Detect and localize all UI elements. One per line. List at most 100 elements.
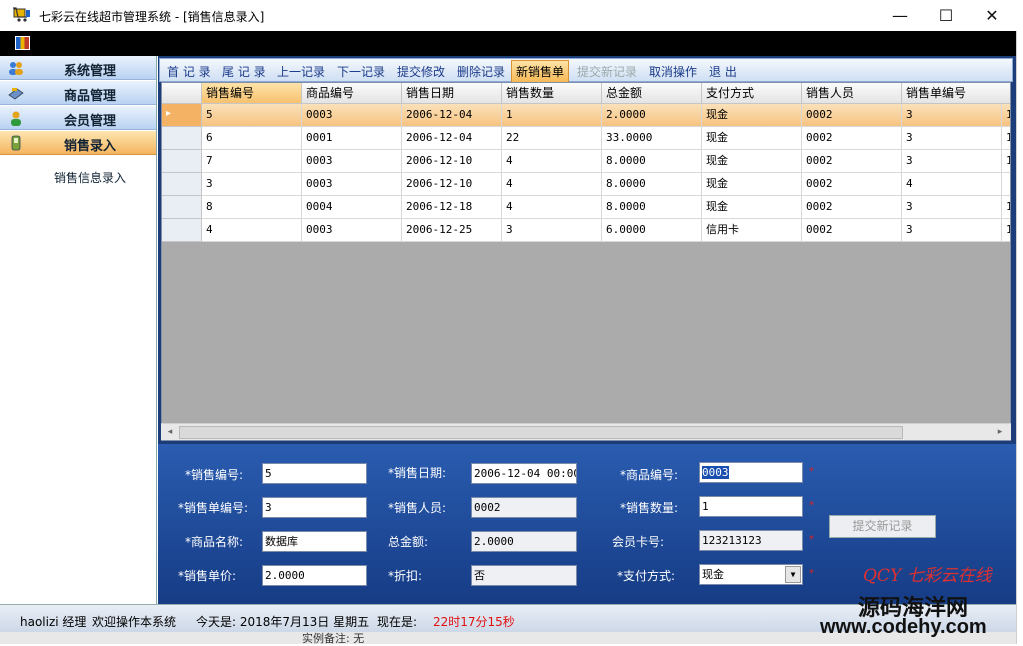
table-cell[interactable]: 2006-12-04: [402, 104, 502, 127]
table-cell[interactable]: 现金: [702, 127, 802, 150]
grid-corner[interactable]: [162, 83, 202, 104]
column-header[interactable]: 总金额: [602, 83, 702, 104]
table-cell[interactable]: 1: [1002, 127, 1010, 150]
table-cell[interactable]: 8: [202, 196, 302, 219]
row-header[interactable]: ▸: [162, 104, 202, 127]
discount-input[interactable]: 否: [471, 565, 577, 586]
salesperson-input[interactable]: 0002: [471, 497, 577, 518]
submit-edit-button[interactable]: 提交修改: [393, 62, 449, 81]
table-cell[interactable]: 6.0000: [602, 219, 702, 242]
sidebar-section-system[interactable]: 系统管理: [0, 56, 156, 80]
sidebar-section-member[interactable]: 会员管理: [0, 106, 156, 130]
table-cell[interactable]: 4: [902, 173, 1002, 196]
sidebar-section-sales[interactable]: 销售录入: [0, 131, 156, 155]
table-cell[interactable]: 0003: [302, 173, 402, 196]
table-cell[interactable]: 0002: [802, 219, 902, 242]
submit-new-record-form-button[interactable]: 提交新记录: [829, 515, 936, 538]
scroll-left-icon[interactable]: ◂: [163, 426, 177, 439]
column-header[interactable]: 销售编号: [202, 83, 302, 104]
table-cell[interactable]: 2006-12-10: [402, 173, 502, 196]
maximize-button[interactable]: ☐: [923, 0, 969, 31]
unit-price-input[interactable]: 2.0000: [262, 565, 367, 586]
row-header[interactable]: [162, 127, 202, 150]
table-row[interactable]: 3 0003 2006-12-10 4 8.0000 现金 0002 4: [162, 173, 1010, 196]
table-row[interactable]: 700032006-12-1048.0000现金000231: [162, 150, 1010, 173]
table-cell[interactable]: 现金: [702, 196, 802, 219]
table-cell[interactable]: 3: [902, 127, 1002, 150]
table-cell[interactable]: [1002, 173, 1010, 196]
total-input[interactable]: 2.0000: [471, 531, 577, 552]
table-cell[interactable]: 5: [202, 104, 302, 127]
column-header[interactable]: 销售日期: [402, 83, 502, 104]
last-record-button[interactable]: 尾 记 录: [218, 62, 270, 81]
sale-id-input[interactable]: 5: [262, 463, 367, 484]
table-cell[interactable]: 0002: [802, 196, 902, 219]
table-cell[interactable]: 1: [1002, 196, 1010, 219]
table-cell[interactable]: 现金: [702, 150, 802, 173]
sales-grid[interactable]: 销售编号 商品编号 销售日期 销售数量 总金额 支付方式 销售人员 销售单编号 …: [161, 82, 1011, 441]
table-row[interactable]: 400032006-12-2536.0000信用卡000231: [162, 219, 1010, 242]
delete-record-button[interactable]: 删除记录: [453, 62, 509, 81]
table-cell[interactable]: 信用卡: [702, 219, 802, 242]
table-cell[interactable]: 33.0000: [602, 127, 702, 150]
submit-new-record-button[interactable]: 提交新记录: [573, 62, 641, 81]
table-cell[interactable]: 0002: [802, 127, 902, 150]
title-bar[interactable]: 七彩云在线超市管理系统 - [销售信息录入] — ☐ ✕: [0, 0, 1023, 31]
table-cell[interactable]: 6: [202, 127, 302, 150]
chevron-down-icon[interactable]: ▼: [785, 566, 801, 583]
table-cell[interactable]: 4: [202, 219, 302, 242]
exit-button[interactable]: 退 出: [705, 62, 741, 81]
table-cell[interactable]: 8.0000: [602, 196, 702, 219]
table-cell[interactable]: 现金: [702, 104, 802, 127]
row-header[interactable]: [162, 196, 202, 219]
table-cell[interactable]: 0003: [302, 104, 402, 127]
payment-select[interactable]: 现金 ▼: [699, 564, 803, 585]
cancel-button[interactable]: 取消操作: [645, 62, 701, 81]
table-cell[interactable]: 0002: [802, 173, 902, 196]
product-name-input[interactable]: 数据库: [262, 531, 367, 552]
new-sales-order-button[interactable]: 新销售单: [511, 60, 570, 83]
table-cell[interactable]: 1: [1002, 104, 1010, 127]
table-cell[interactable]: 3: [502, 219, 602, 242]
table-cell[interactable]: 2006-12-04: [402, 127, 502, 150]
quantity-input[interactable]: 1: [699, 496, 803, 517]
first-record-button[interactable]: 首 记 录: [163, 62, 215, 81]
sidebar-item-sales-entry[interactable]: 销售信息录入: [54, 169, 126, 186]
table-row[interactable]: 600012006-12-042233.0000现金000231: [162, 127, 1010, 150]
table-cell[interactable]: 4: [502, 150, 602, 173]
table-cell[interactable]: 3: [202, 173, 302, 196]
scroll-right-icon[interactable]: ▸: [993, 426, 1007, 439]
table-cell[interactable]: 2006-12-10: [402, 150, 502, 173]
table-cell[interactable]: 0001: [302, 127, 402, 150]
column-header[interactable]: 销售数量: [502, 83, 602, 104]
scrollbar-thumb[interactable]: [179, 426, 903, 439]
row-header[interactable]: [162, 150, 202, 173]
table-cell[interactable]: 1: [502, 104, 602, 127]
sale-date-input[interactable]: 2006-12-04 00:00:: [471, 463, 577, 484]
table-cell[interactable]: 2006-12-25: [402, 219, 502, 242]
row-header[interactable]: [162, 219, 202, 242]
next-record-button[interactable]: 下一记录: [333, 62, 389, 81]
table-cell[interactable]: 1: [1002, 150, 1010, 173]
table-cell[interactable]: 8.0000: [602, 150, 702, 173]
column-header[interactable]: 销售单编号: [902, 83, 1010, 104]
table-cell[interactable]: 8.0000: [602, 173, 702, 196]
column-header[interactable]: 支付方式: [702, 83, 802, 104]
table-cell[interactable]: 3: [902, 219, 1002, 242]
table-cell[interactable]: 1: [1002, 219, 1010, 242]
table-cell[interactable]: 3: [902, 104, 1002, 127]
order-id-input[interactable]: 3: [262, 497, 367, 518]
row-header[interactable]: [162, 173, 202, 196]
mdi-window-icon[interactable]: [15, 36, 30, 50]
column-header[interactable]: 商品编号: [302, 83, 402, 104]
table-cell[interactable]: 3: [902, 196, 1002, 219]
sidebar-section-goods[interactable]: 商品管理: [0, 81, 156, 105]
table-cell[interactable]: 0003: [302, 219, 402, 242]
close-button[interactable]: ✕: [969, 0, 1015, 31]
column-header[interactable]: 销售人员: [802, 83, 902, 104]
table-row[interactable]: 800042006-12-1848.0000现金000231: [162, 196, 1010, 219]
table-cell[interactable]: 0002: [802, 104, 902, 127]
table-cell[interactable]: 现金: [702, 173, 802, 196]
table-cell[interactable]: 0002: [802, 150, 902, 173]
table-cell[interactable]: 0004: [302, 196, 402, 219]
